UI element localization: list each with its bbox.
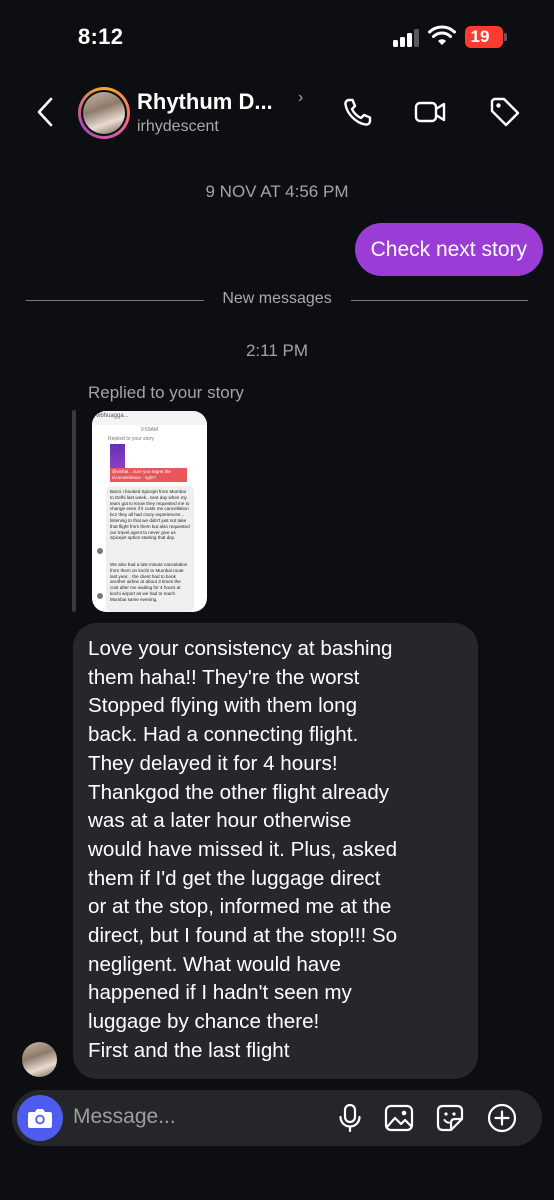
video-camera-icon[interactable] (413, 95, 447, 129)
reply-indicator-bar (72, 410, 76, 612)
microphone-icon[interactable] (334, 1102, 366, 1134)
message-line: Stopped flying with them long (88, 694, 358, 718)
story-message: Bacci I booked Spicejet from Mumbai to D… (106, 486, 194, 566)
new-messages-label: New messages (222, 290, 332, 307)
story-preview[interactable]: vibhuagga... 9:59AM Replied to your stor… (92, 411, 207, 612)
story-time: 9:59AM (140, 427, 159, 433)
cellular-signal-icon (393, 29, 421, 47)
avatar[interactable] (22, 1042, 57, 1077)
contact-username[interactable]: irhydescent (137, 118, 219, 136)
message-line: them if I'd get the luggage direct (88, 866, 381, 890)
phone-icon[interactable] (341, 95, 375, 129)
message-line: or at the stop, informed me at the (88, 895, 392, 919)
story-username: vibhuagga... (92, 411, 207, 425)
sticker-icon[interactable] (434, 1102, 466, 1134)
message-line: They delayed it for 4 hours! (88, 751, 338, 775)
chat-header: Rhythum D... › irhydescent (0, 75, 554, 155)
message-line: Love your consistency at bashing (88, 637, 393, 660)
message-line: would have missed it. Plus, asked (88, 837, 398, 861)
contact-name[interactable]: Rhythum D... (137, 89, 273, 115)
message-line: direct, but I found at the stop!!! So (88, 924, 398, 948)
timestamp: 9 NOV AT 4:56 PM (205, 182, 349, 201)
incoming-message[interactable]: Love your consistency at bashing them ha… (73, 623, 478, 1079)
replied-to-story-label: Replied to your story (88, 383, 244, 402)
camera-icon (28, 1109, 52, 1128)
message-line: was at a later hour otherwise (88, 809, 352, 833)
message-line: negligent. What would have (88, 952, 342, 976)
status-bar: 8:12 19 (0, 0, 554, 70)
chevron-right-icon[interactable]: › (298, 89, 303, 107)
avatar[interactable] (78, 87, 130, 139)
timestamp: 2:11 PM (245, 341, 309, 360)
message-line: back. Had a connecting flight. (88, 723, 359, 747)
message-line: them haha!! They're the worst (88, 665, 360, 689)
message-line: First and the last flight (88, 1038, 290, 1062)
story-avatar (97, 593, 103, 599)
message-line: happened if I hadn't seen my (88, 981, 352, 1005)
tag-icon[interactable] (488, 95, 522, 129)
message-composer: Message... (12, 1090, 542, 1146)
story-reply-label: Replied to your story (108, 436, 154, 442)
message-line: Thankgod the other flight already (88, 780, 390, 804)
story-highlight: @vishal... sure you regret the inconveni… (110, 468, 187, 482)
battery-cap (504, 33, 507, 41)
story-message: We also had a last minute cancelation fr… (106, 559, 194, 612)
status-time: 8:12 (78, 24, 124, 49)
chevron-left-icon[interactable] (32, 95, 58, 129)
wifi-icon (428, 25, 456, 45)
plus-circle-icon[interactable] (486, 1102, 518, 1134)
new-messages-divider: New messages (26, 290, 528, 310)
outgoing-message[interactable]: Check next story (354, 223, 543, 276)
image-icon[interactable] (383, 1102, 415, 1134)
message-input[interactable]: Message... (73, 1105, 176, 1129)
battery-level: 19 (470, 27, 490, 46)
battery-icon: 19 (465, 26, 503, 48)
message-line: luggage by chance there! (88, 1010, 320, 1034)
story-avatar (97, 548, 103, 554)
camera-button[interactable] (17, 1095, 63, 1141)
